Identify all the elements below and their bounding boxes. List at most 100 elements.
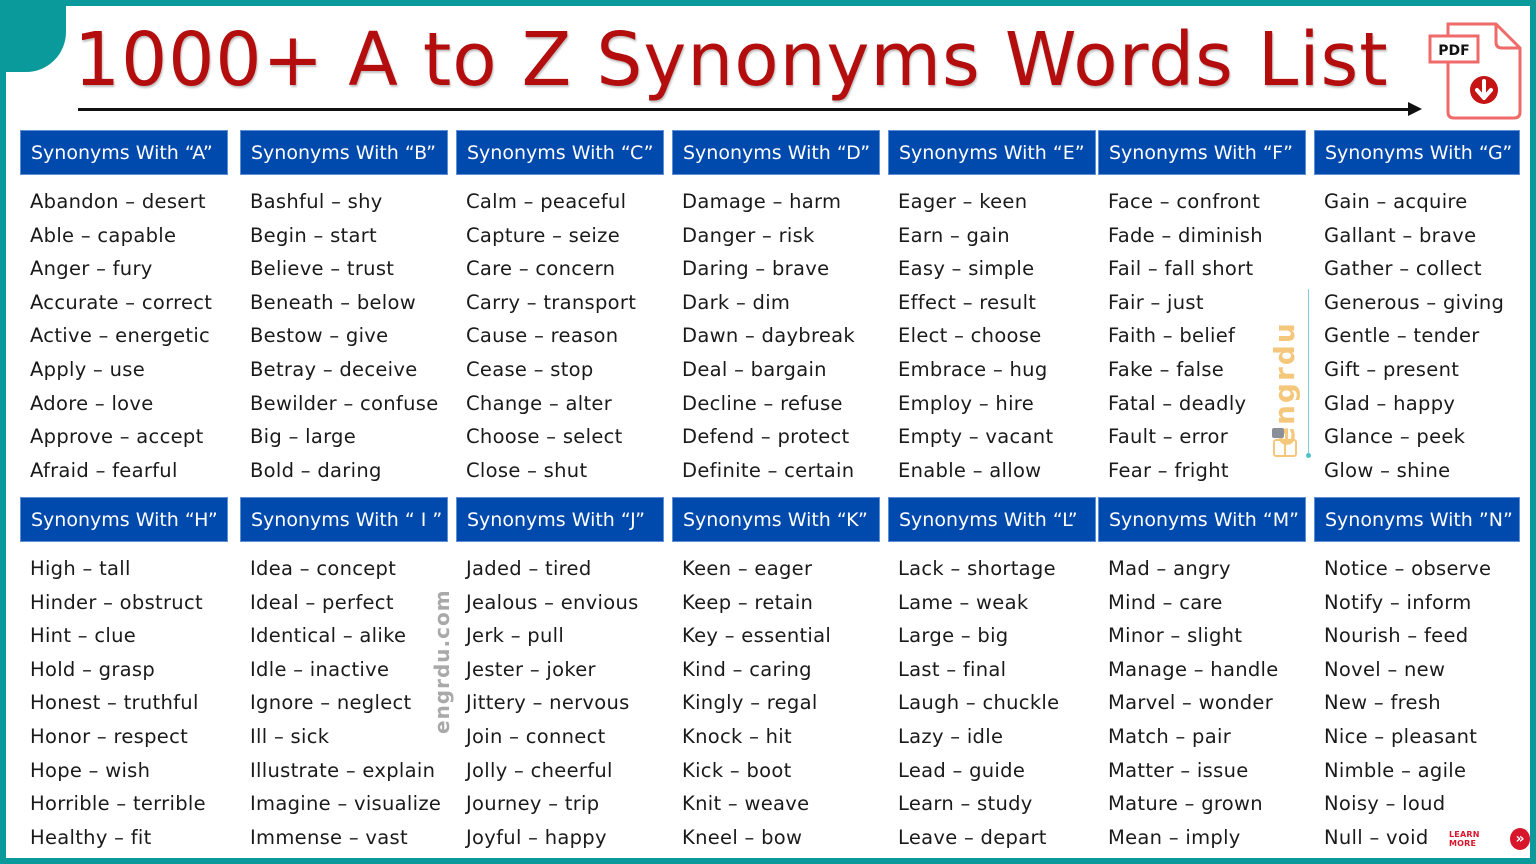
synonym-pair: Face – confront [1108,190,1261,213]
synonym-pair: Daring – brave [682,257,830,281]
synonym-pair: Definite – certain [682,458,855,482]
synonym-pair: Jolly – cheerful [466,758,613,782]
synonym-pair: Cease – stop [466,357,594,381]
synonym-pair: Glad – happy [1324,391,1456,415]
synonym-pair: Matter – issue [1108,758,1249,782]
synonym-pair: Adore – love [30,391,154,415]
synonym-pair: Novel – new [1324,657,1446,681]
synonym-pair: Lame – weak [898,590,1029,614]
synonym-pair: Carry – transport [466,290,637,314]
section-header: Synonyms With “H” [20,497,228,542]
synonym-pair: Journey – trip [466,792,600,816]
synonym-list: Keen – eager Keep – retain Key – essential… [672,552,880,854]
synonym-pair: Bold – daring [250,458,382,482]
synonym-pair: Able – capable [30,223,177,247]
page-card: 1000+ A to Z Synonyms Words List PDF Syn… [6,6,1530,858]
synonym-pair: Deal – bargain [682,357,827,381]
synonym-pair: Effect – result [898,290,1037,314]
synonym-pair: Beneath – below [250,290,417,314]
synonym-pair: Knit – weave [682,792,810,816]
synonym-pair: Elect – choose [898,324,1042,348]
section-header: Synonyms With “L” [888,497,1096,542]
synonym-pair: Danger – risk [682,223,815,247]
synonym-section-l: Synonyms With “L” Lack – shortage Lame – … [888,497,1096,854]
synonym-pair: Jittery – nervous [466,691,630,715]
synonym-pair: Healthy – fit [30,825,152,849]
synonym-pair: Join – connect [466,724,606,748]
synonym-pair: Nimble – agile [1324,758,1467,782]
synonym-pair: Close – shut [466,458,588,482]
section-header: Synonyms With “D” [672,130,880,175]
synonym-pair: Dawn – daybreak [682,324,855,348]
synonym-list: Calm – peaceful Capture – seize Care – con… [456,185,664,487]
synonym-pair: Dark – dim [682,290,791,314]
watermark-dot [1306,453,1311,458]
synonym-pair: Idle – inactive [250,657,390,681]
synonym-pair: Believe – trust [250,257,395,281]
synonym-pair: Joyful – happy [466,825,607,849]
synonym-pair: Immense – vast [250,825,408,849]
synonym-pair: Jerk – pull [466,624,565,648]
synonym-pair: Betray – deceive [250,357,418,381]
synonym-pair: Empty – vacant [898,425,1054,449]
synonym-list: Abandon – desert Able – capable Anger – fu… [20,185,228,487]
synonym-pair: Accurate – correct [30,290,213,314]
synonym-pair: Hope – wish [30,758,151,782]
synonym-pair: Fail – fall short [1108,257,1254,281]
synonym-pair: Bewilder – confuse [250,391,439,415]
synonym-pair: Calm – peaceful [466,190,627,213]
double-chevron-right-icon: » [1510,828,1530,850]
synonym-section-m: Synonyms With “M” Mad – angry Mind – care… [1098,497,1306,854]
synonym-pair: Fair – just [1108,290,1204,314]
synonym-section-k: Synonyms With “K” Keen – eager Keep – ret… [672,497,880,854]
synonym-pair: Easy – simple [898,257,1035,281]
synonym-section-b: Synonyms With “B” Bashful – shy Begin – s… [240,130,448,487]
synonym-pair: Begin – start [250,223,377,247]
synonym-pair: Keen – eager [682,557,813,580]
synonym-pair: Large – big [898,624,1009,648]
synonym-pair: Choose – select [466,425,623,449]
synonym-pair: High – tall [30,557,131,580]
synonym-pair: Glow – shine [1324,458,1451,482]
synonym-pair: Imagine – visualize [250,792,442,816]
learn-more-label: LEARN MORE [1449,830,1480,848]
section-header: Synonyms With “F” [1098,130,1306,175]
synonym-section-i: Synonyms With “ I ” Idea – concept Ideal … [240,497,448,854]
synonym-pair: Mature – grown [1108,792,1263,816]
synonym-section-g: Synonyms With “G” Gain – acquire Gallant … [1314,130,1520,487]
synonym-pair: Gallant – brave [1324,223,1477,247]
synonym-pair: Nice – pleasant [1324,724,1478,748]
section-header: Synonyms With “G” [1314,130,1520,175]
synonym-section-d: Synonyms With “D” Damage – harm Danger – … [672,130,880,487]
learn-more-button[interactable]: LEARN MORE » [1449,828,1530,850]
synonym-pair: Learn – study [898,792,1033,816]
synonym-pair: Bashful – shy [250,190,383,213]
synonym-pair: Honor – respect [30,724,189,748]
section-header: Synonyms With “A” [20,130,228,175]
synonym-list: Bashful – shy Begin – start Believe – trus… [240,185,448,487]
synonym-pair: Big – large [250,425,357,449]
synonym-pair: Employ – hire [898,391,1034,415]
section-header: Synonyms With “B” [240,130,448,175]
synonym-pair: Mind – care [1108,590,1223,614]
section-header: Synonyms With ”N” [1314,497,1520,542]
synonym-pair: Horrible – terrible [30,792,206,816]
synonym-pair: Noisy – loud [1324,792,1446,816]
section-header: Synonyms With “M” [1098,497,1306,542]
title-underline-arrow [78,108,1414,111]
synonym-list: Damage – harm Danger – risk Daring – brave… [672,185,880,487]
synonym-pair: Gift – present [1324,357,1460,381]
watermark-line [1308,289,1309,455]
synonym-pair: Generous – giving [1324,290,1505,314]
synonym-pair: Eager – keen [898,190,1028,213]
synonym-pair: Mean – imply [1108,825,1241,849]
synonym-pair: Approve – accept [30,425,204,449]
corner-decoration [6,6,66,72]
synonym-list: Idea – concept Ideal – perfect Identical –… [240,552,448,854]
synonym-list: Eager – keen Earn – gain Easy – simple Effe… [888,185,1096,487]
synonym-pair: Leave – depart [898,825,1047,849]
synonym-pair: Marvel – wonder [1108,691,1274,715]
pdf-download-icon[interactable]: PDF [1426,18,1526,122]
synonym-list: Mad – angry Mind – care Minor – slight Mana… [1098,552,1306,854]
synonym-pair: Knock – hit [682,724,792,748]
